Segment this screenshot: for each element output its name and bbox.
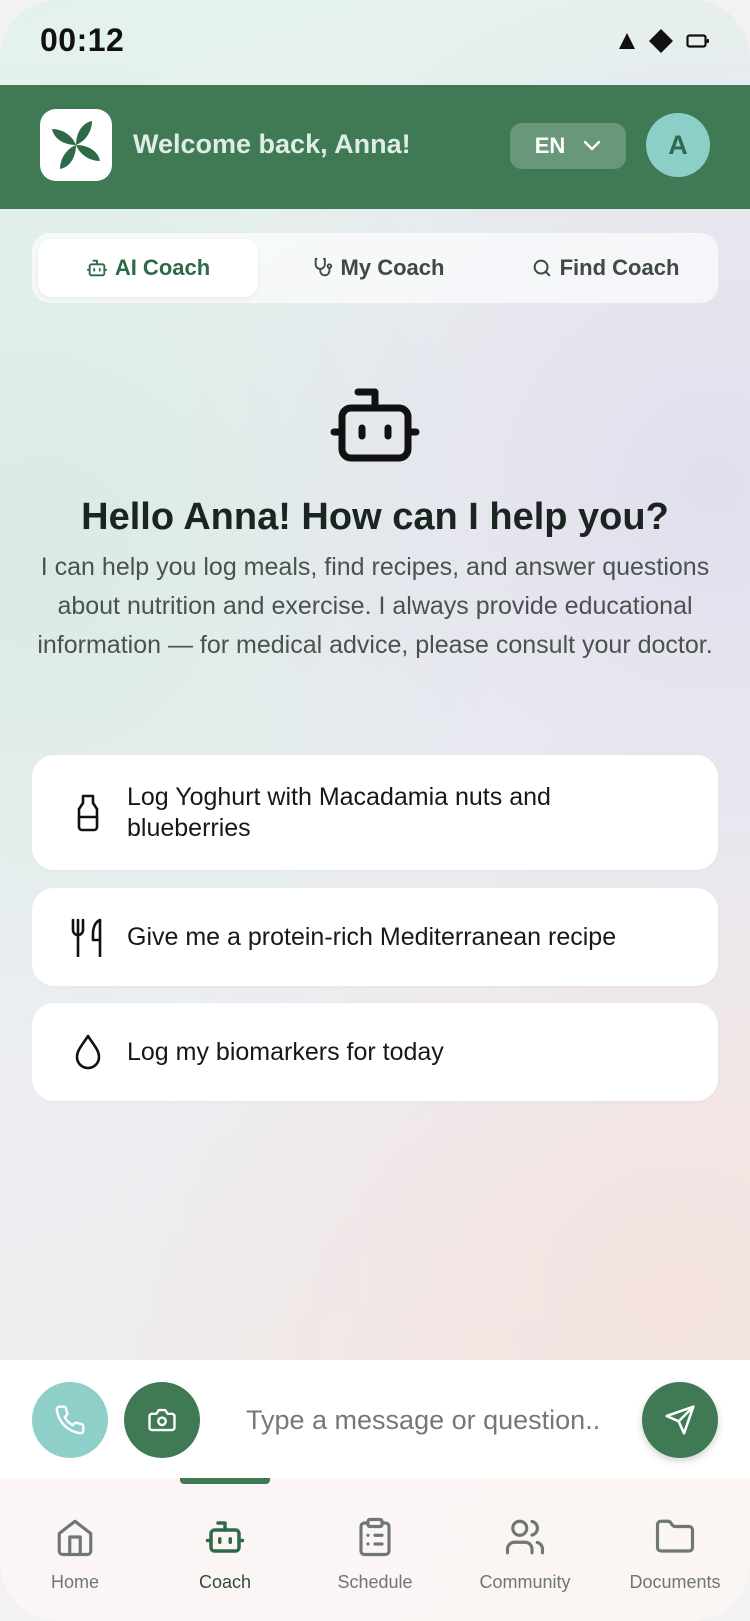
users-icon xyxy=(502,1514,548,1560)
hero-description: I can help you log meals, find recipes, … xyxy=(37,553,713,659)
robot-icon xyxy=(330,388,420,462)
suggestion-mediterranean-recipe[interactable]: Give me a protein-rich Mediterranean rec… xyxy=(32,888,718,986)
call-button[interactable] xyxy=(32,1382,108,1458)
robot-icon xyxy=(86,259,107,277)
status-time: 00:12 xyxy=(40,22,125,58)
language-selector[interactable]: EN xyxy=(510,123,626,169)
suggestion-label: Log my biomarkers for today xyxy=(127,1037,444,1066)
suggestion-label: Give me a protein-rich Mediterranean rec… xyxy=(127,922,617,951)
nav-home[interactable]: Home xyxy=(0,1478,150,1621)
status-bar: 00:12 xyxy=(0,0,750,85)
stethoscope-icon xyxy=(314,257,332,277)
send-button[interactable] xyxy=(642,1382,718,1458)
phone-icon xyxy=(55,1405,85,1435)
suggestion-log-biomarkers[interactable]: Log my biomarkers for today xyxy=(32,1003,718,1101)
tab-label: AI Coach xyxy=(114,255,211,280)
fork-knife-icon xyxy=(68,917,108,957)
nav-label: Coach xyxy=(198,1572,252,1592)
app-header: Welcome back, Anna! EN A xyxy=(0,85,750,209)
nav-label: Documents xyxy=(629,1572,721,1592)
nav-schedule[interactable]: Schedule xyxy=(300,1478,450,1621)
app-logo[interactable] xyxy=(40,109,112,181)
pinwheel-leaf-logo-icon xyxy=(52,121,100,169)
search-icon xyxy=(533,259,550,277)
suggestion-log-yoghurt[interactable]: Log Yoghurt with Macadamia nuts and blue… xyxy=(32,755,718,870)
app-screen: 00:12 Welcome back, Anna! EN A AI Coach … xyxy=(0,0,750,1621)
coach-tabs: AI Coach My Coach Find Coach xyxy=(32,233,718,303)
user-avatar[interactable]: A xyxy=(646,113,710,177)
tab-label: My Coach xyxy=(340,255,445,280)
milk-bottle-icon xyxy=(68,793,108,833)
hero-title: Hello Anna! How can I help you? xyxy=(81,496,669,538)
camera-button[interactable] xyxy=(124,1382,200,1458)
chevron-down-icon xyxy=(584,140,601,151)
send-icon xyxy=(665,1405,695,1435)
message-input[interactable] xyxy=(232,1390,602,1450)
nav-label: Home xyxy=(50,1572,99,1592)
camera-icon xyxy=(148,1408,176,1432)
nav-coach[interactable]: Coach xyxy=(150,1478,300,1621)
home-icon xyxy=(52,1514,98,1560)
bottom-navigation: Home Coach Schedule Community Documents xyxy=(0,1478,750,1621)
clipboard-icon xyxy=(352,1514,398,1560)
tab-find-coach[interactable]: Find Coach xyxy=(498,239,712,297)
tab-label: Find Coach xyxy=(559,255,680,280)
battery-icon xyxy=(686,34,709,48)
droplet-icon xyxy=(68,1032,108,1072)
nav-label: Schedule xyxy=(337,1572,413,1592)
wifi-icon xyxy=(649,29,673,53)
language-label: EN xyxy=(534,133,566,158)
signal-icon xyxy=(619,33,635,49)
status-icons xyxy=(618,28,710,54)
nav-documents[interactable]: Documents xyxy=(600,1478,750,1621)
tab-my-coach[interactable]: My Coach xyxy=(268,239,488,297)
nav-community[interactable]: Community xyxy=(450,1478,600,1621)
welcome-text: Welcome back, Anna! xyxy=(133,129,411,159)
message-composer xyxy=(0,1360,750,1478)
nav-label: Community xyxy=(479,1572,571,1592)
suggestion-label: Log Yoghurt with Macadamia nuts and blue… xyxy=(127,782,551,842)
folder-icon xyxy=(652,1514,698,1560)
tab-ai-coach[interactable]: AI Coach xyxy=(38,239,258,297)
robot-icon xyxy=(202,1514,248,1560)
